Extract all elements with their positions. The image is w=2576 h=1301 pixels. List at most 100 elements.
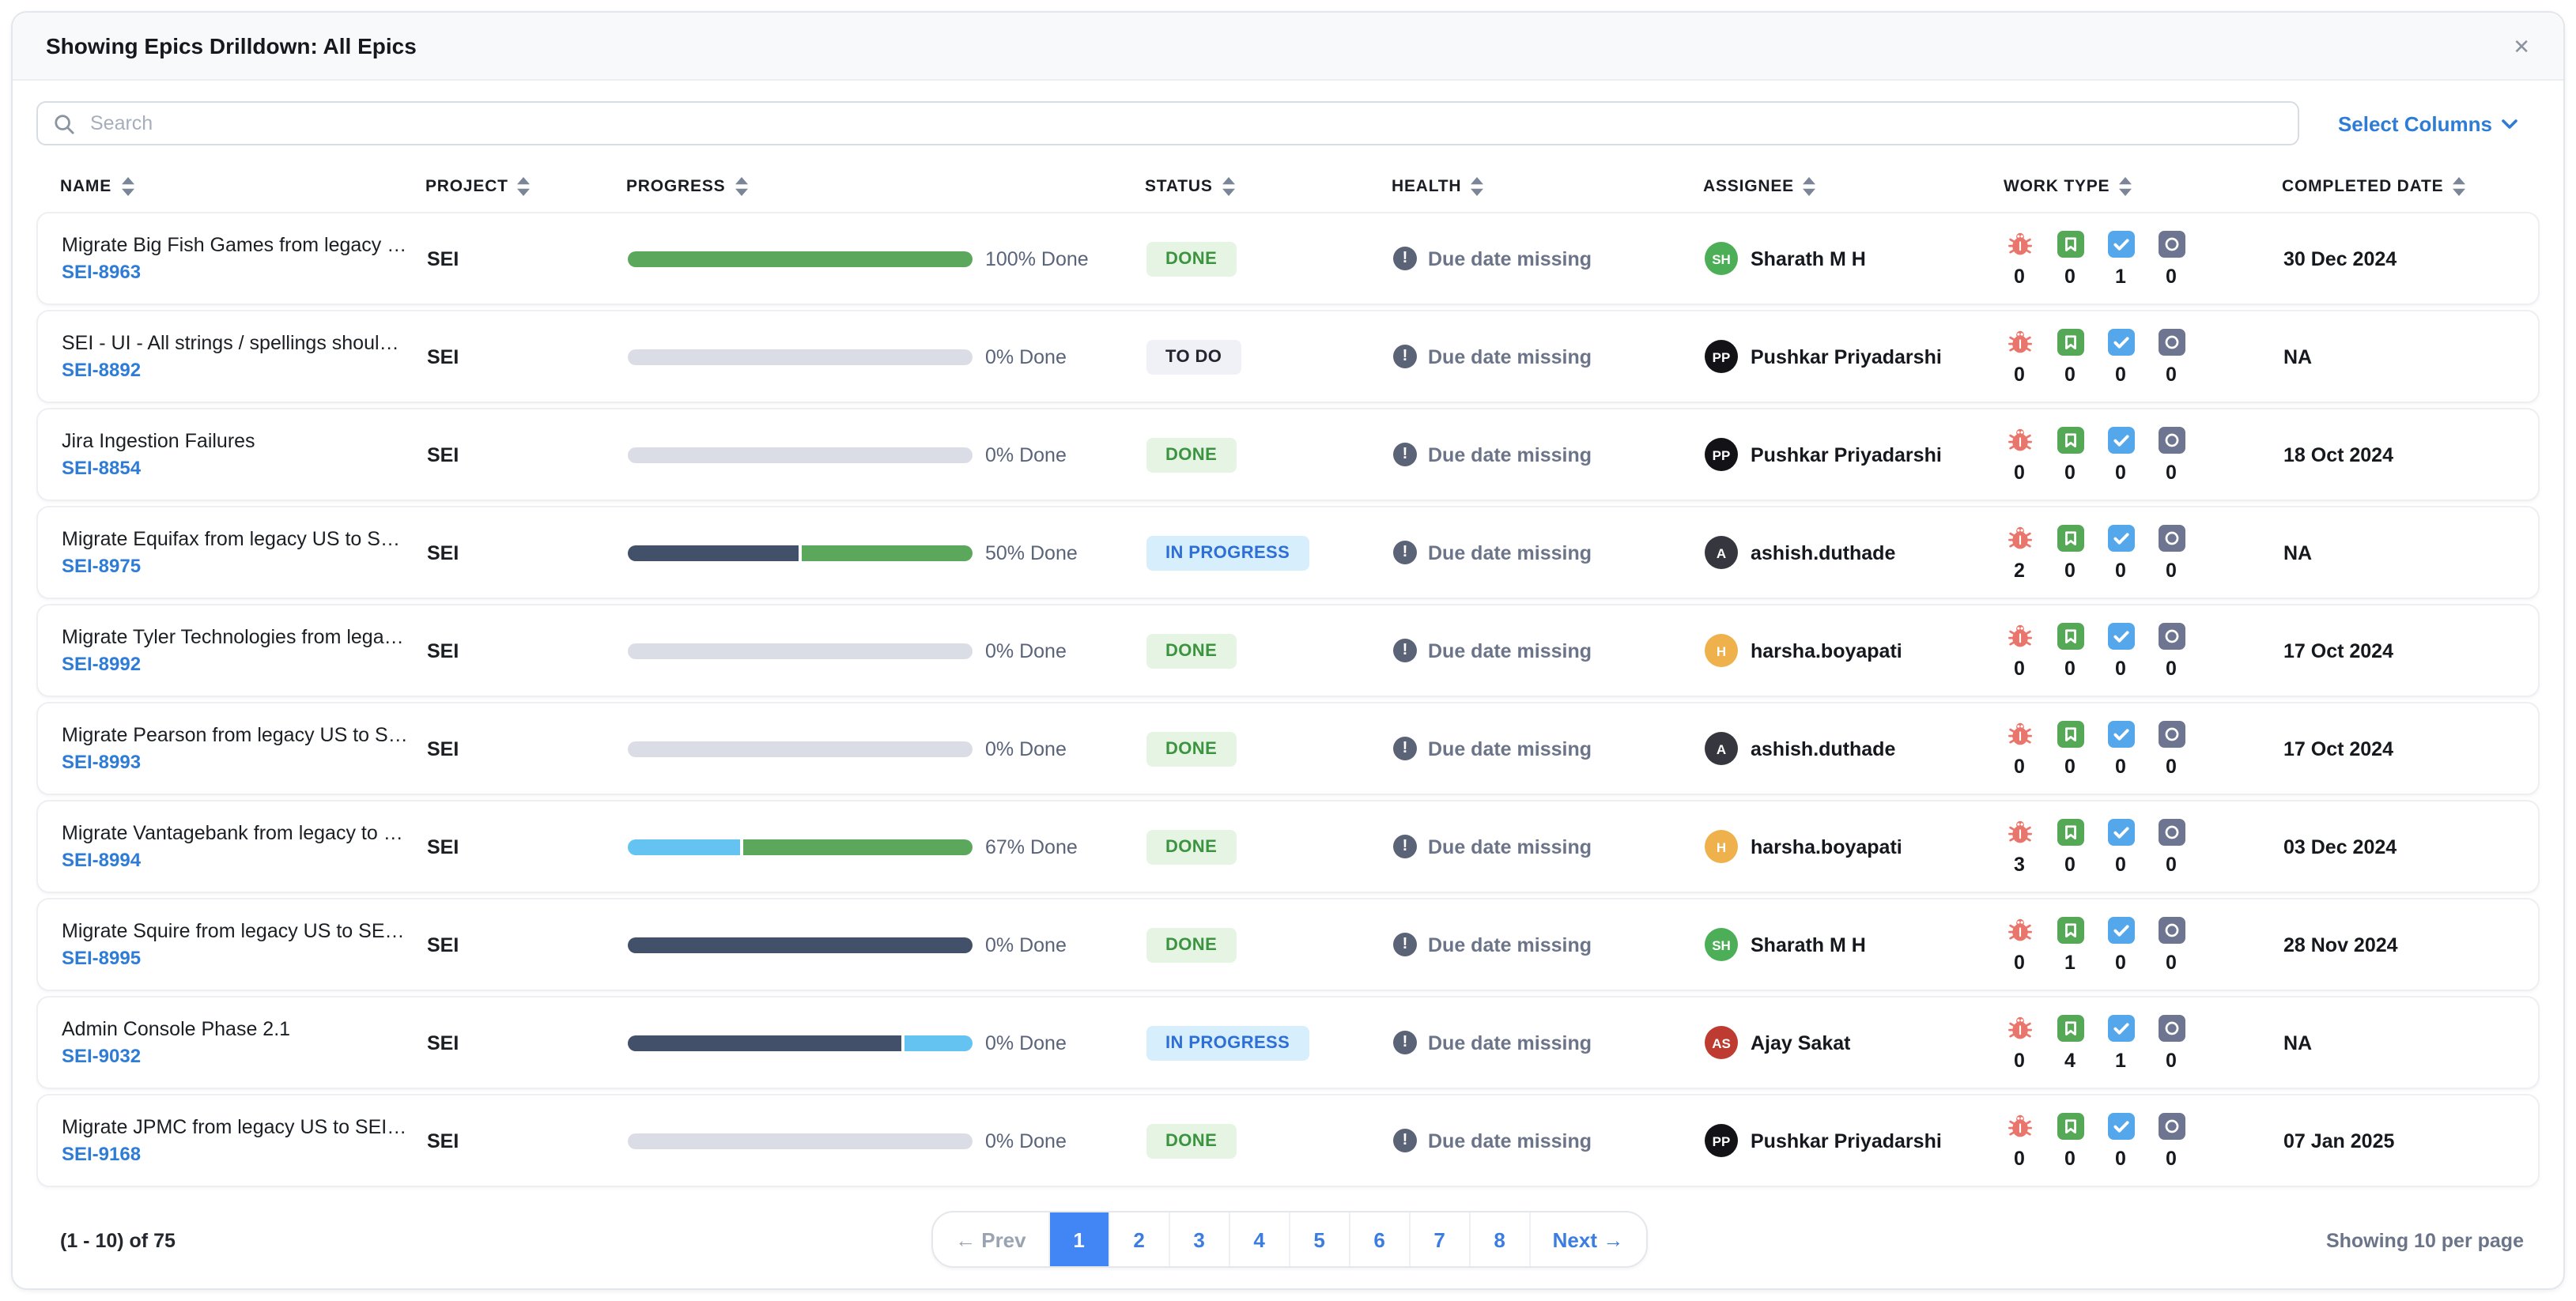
progress-segment — [743, 839, 973, 854]
health-cell: ! Due date missing — [1393, 835, 1705, 858]
sort-icon[interactable] — [1222, 177, 1235, 196]
epic-name-cell: Migrate Pearson from legacy US to SEI on… — [62, 724, 427, 773]
work-type-cell: 0 1 0 0 — [2005, 916, 2283, 973]
sort-icon[interactable] — [517, 177, 531, 196]
work-type-task: 0 — [2106, 426, 2135, 483]
completed-date-cell: NA — [2283, 1031, 2313, 1054]
work-type-cell: 0 0 0 0 — [2005, 720, 2283, 777]
warning-icon: ! — [1393, 345, 1417, 368]
epic-id-link[interactable]: SEI-8892 — [62, 359, 408, 381]
project-cell: SEI — [427, 1129, 459, 1152]
work-type-epic: 0 — [2157, 328, 2185, 385]
sort-icon[interactable] — [1803, 177, 1816, 196]
sort-icon[interactable] — [2119, 177, 2132, 196]
page-button-2[interactable]: 2 — [1110, 1212, 1170, 1266]
health-label: Due date missing — [1428, 835, 1592, 858]
work-type-cell: 0 4 1 0 — [2005, 1014, 2283, 1071]
epic-name: Migrate Vantagebank from legacy to SEI o… — [62, 822, 408, 844]
progress-label: 0% Done — [985, 1031, 1067, 1054]
epic-id-link[interactable]: SEI-8975 — [62, 555, 408, 577]
avatar: A — [1705, 536, 1738, 569]
page-button-1[interactable]: 1 — [1049, 1212, 1110, 1266]
health-label: Due date missing — [1428, 443, 1592, 466]
next-page-button[interactable]: Next → — [1531, 1212, 1646, 1266]
avatar: PP — [1705, 438, 1738, 471]
progress-label: 0% Done — [985, 1129, 1067, 1152]
page-button-4[interactable]: 4 — [1230, 1212, 1290, 1266]
page-button-6[interactable]: 6 — [1350, 1212, 1411, 1266]
bug-count: 0 — [2014, 363, 2025, 385]
progress-label: 0% Done — [985, 443, 1067, 466]
table-row: Migrate Big Fish Games from legacy US to… — [36, 212, 2540, 305]
work-type-epic: 0 — [2157, 916, 2185, 973]
progress-segment — [628, 741, 973, 756]
work-type-story: 0 — [2056, 426, 2084, 483]
chevron-down-icon — [2502, 119, 2517, 128]
progress-label: 100% Done — [985, 247, 1089, 270]
progress-cell: 50% Done — [628, 541, 1146, 564]
avatar: PP — [1705, 1124, 1738, 1157]
column-header-status[interactable]: Status — [1145, 177, 1392, 196]
health-label: Due date missing — [1428, 737, 1592, 760]
sort-icon[interactable] — [121, 177, 134, 196]
prev-page-button[interactable]: ← Prev — [933, 1212, 1050, 1266]
select-columns-button[interactable]: Select Columns — [2338, 111, 2530, 135]
page-button-3[interactable]: 3 — [1170, 1212, 1230, 1266]
column-header-work-type[interactable]: Work Type — [2004, 177, 2282, 196]
bug-count: 0 — [2014, 755, 2025, 777]
sort-icon[interactable] — [2453, 177, 2466, 196]
column-header-progress[interactable]: Progress — [626, 177, 1145, 196]
sort-icon[interactable] — [1471, 177, 1484, 196]
search-box[interactable] — [36, 101, 2300, 145]
page-button-5[interactable]: 5 — [1290, 1212, 1350, 1266]
status-badge: DONE — [1146, 927, 1237, 962]
epic-id-link[interactable]: SEI-8854 — [62, 457, 408, 479]
work-type-task: 0 — [2106, 916, 2135, 973]
page-button-7[interactable]: 7 — [1411, 1212, 1471, 1266]
column-header-assignee[interactable]: Assignee — [1703, 177, 2004, 196]
epic-id-link[interactable]: SEI-8992 — [62, 653, 408, 675]
search-input[interactable] — [87, 111, 2283, 136]
epic-id-link[interactable]: SEI-9168 — [62, 1143, 408, 1165]
health-label: Due date missing — [1428, 247, 1592, 270]
bug-icon — [2008, 1016, 2031, 1039]
completed-date-cell: 18 Oct 2024 — [2283, 443, 2393, 466]
progress-segment — [628, 937, 973, 952]
close-icon[interactable]: ✕ — [2513, 36, 2530, 56]
epic-name-cell: Migrate Vantagebank from legacy to SEI o… — [62, 822, 427, 871]
epic-name-cell: Migrate JPMC from legacy US to SEI on Ha… — [62, 1116, 427, 1165]
assignee-name: Pushkar Priyadarshi — [1751, 345, 1942, 368]
work-type-epic: 0 — [2157, 230, 2185, 287]
work-type-cell: 0 0 0 0 — [2005, 1112, 2283, 1169]
story-count: 0 — [2064, 1147, 2076, 1169]
work-type-story: 1 — [2056, 916, 2084, 973]
epic-id-link[interactable]: SEI-9032 — [62, 1045, 408, 1067]
project-cell: SEI — [427, 1031, 459, 1054]
column-header-health[interactable]: Health — [1392, 177, 1703, 196]
progress-bar — [628, 937, 973, 952]
project-cell: SEI — [427, 835, 459, 858]
column-header-project[interactable]: Project — [425, 177, 626, 196]
avatar: H — [1705, 634, 1738, 667]
health-cell: ! Due date missing — [1393, 1031, 1705, 1054]
bug-count: 0 — [2014, 1147, 2025, 1169]
status-badge: DONE — [1146, 437, 1237, 472]
epic-id-link[interactable]: SEI-8995 — [62, 947, 408, 969]
epic-id-link[interactable]: SEI-8994 — [62, 849, 408, 871]
page-button-8[interactable]: 8 — [1471, 1212, 1531, 1266]
progress-label: 0% Done — [985, 345, 1067, 368]
assignee-cell: PP Pushkar Priyadarshi — [1705, 1124, 2005, 1157]
story-count: 1 — [2064, 951, 2076, 973]
column-header-completed-date[interactable]: Completed Date — [2282, 177, 2532, 196]
sort-icon[interactable] — [735, 177, 748, 196]
epic-id-link[interactable]: SEI-8993 — [62, 751, 408, 773]
health-label: Due date missing — [1428, 1031, 1592, 1054]
epic-count: 0 — [2166, 853, 2177, 875]
project-cell: SEI — [427, 737, 459, 760]
avatar: PP — [1705, 340, 1738, 373]
work-type-cell: 3 0 0 0 — [2005, 818, 2283, 875]
epic-id-link[interactable]: SEI-8963 — [62, 261, 408, 283]
progress-segment — [628, 839, 741, 854]
column-header-name[interactable]: Name — [60, 177, 425, 196]
warning-icon: ! — [1393, 737, 1417, 760]
